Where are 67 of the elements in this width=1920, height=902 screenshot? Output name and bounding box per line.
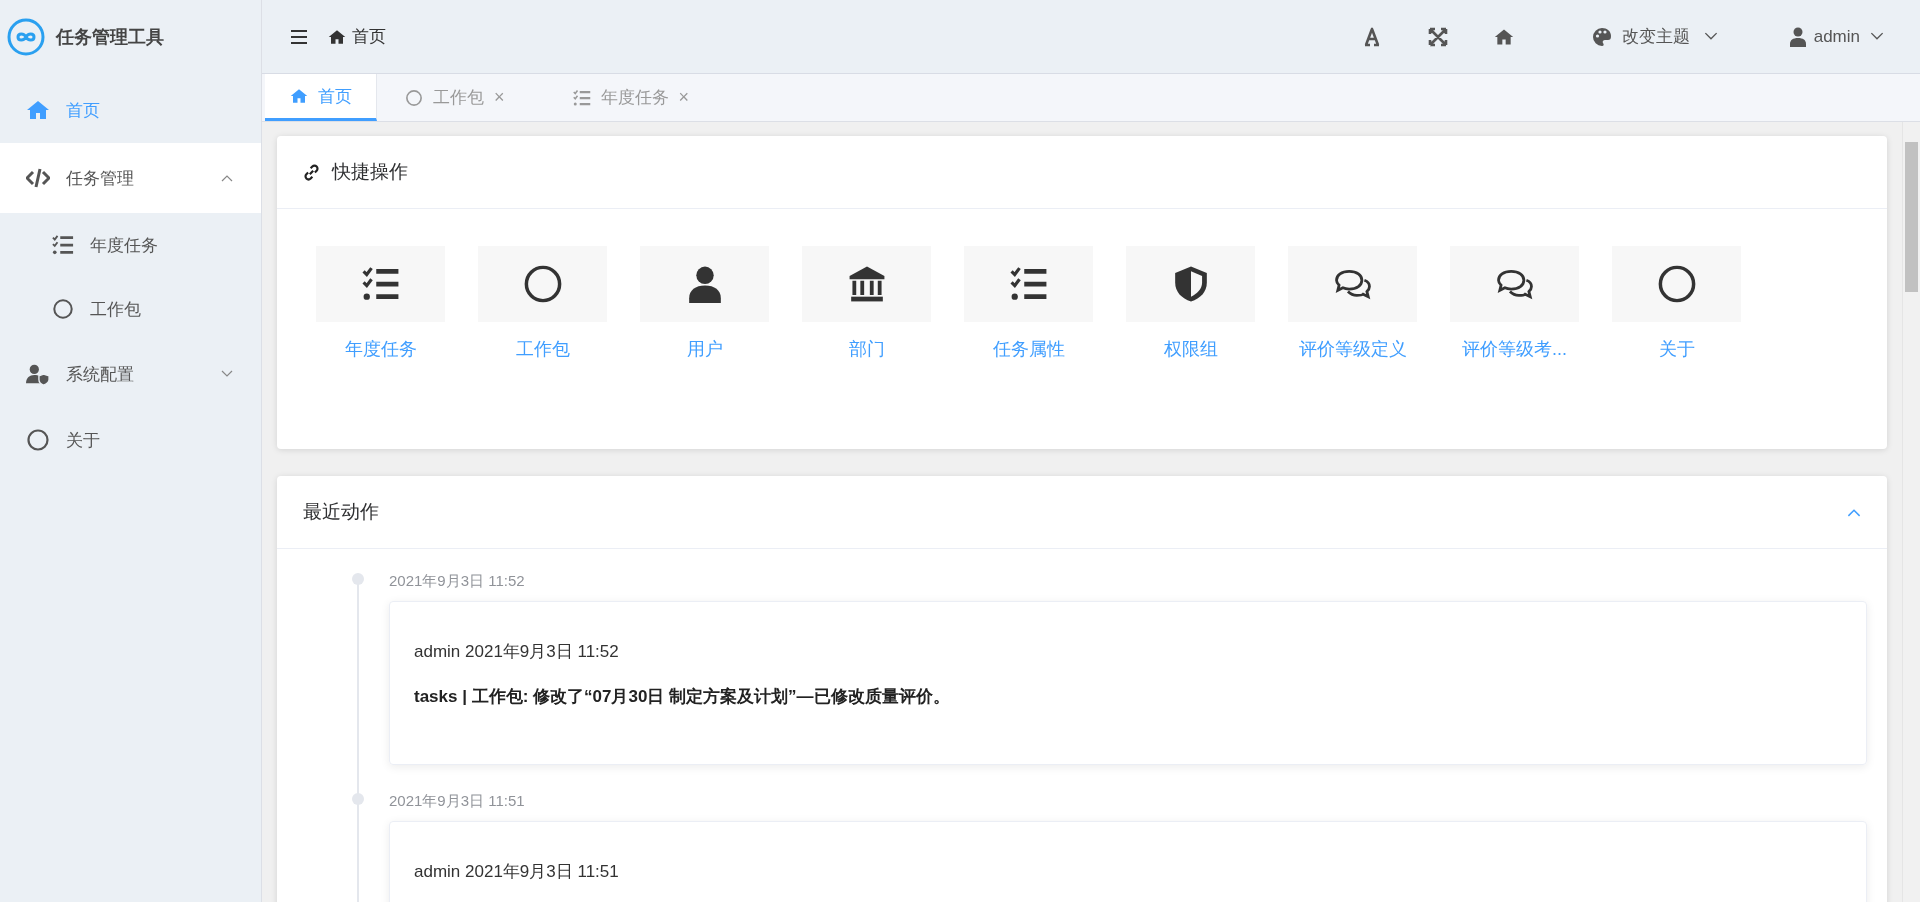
tab[interactable]: 首页 [265,74,377,121]
shortcut-tile[interactable] [478,246,607,322]
user-icon [1787,26,1808,47]
checklist-icon [1009,265,1048,303]
checklist-icon [572,88,591,107]
breadcrumb[interactable]: 首页 [352,25,386,48]
shortcut-tile[interactable] [1612,246,1741,322]
tab[interactable]: 年度任务 × [544,74,730,121]
tab[interactable]: 工作包 × [377,74,545,121]
sidebar-item[interactable]: 任务管理 [0,143,261,213]
app-title: 任务管理工具 [56,26,164,49]
home-icon [290,87,308,105]
timestamp: 2021年9月3日 11:51 [389,793,526,809]
circle-icon [523,265,562,303]
scrollbar[interactable] [1902,122,1920,902]
chevron-down-icon [1703,32,1718,41]
sidebar-item[interactable]: 系统配置 [0,341,261,407]
code-icon [26,166,50,190]
shortcut-label[interactable]: 部门 [848,337,885,361]
shortcut-tile[interactable] [1450,246,1579,322]
shortcut-tile[interactable] [802,246,931,322]
shortcut-label[interactable]: 权限组 [1163,337,1218,361]
chevron-icon [221,370,233,378]
timestamp: 2021年9月3日 11:52 [389,573,526,589]
activity-header: admin 2021年9月3日 11:51 [414,861,620,883]
shortcut-tile[interactable] [1288,246,1417,322]
collapse-chevron-icon[interactable] [1847,507,1861,517]
sidebar-item[interactable]: 首页 [0,77,261,143]
card-title: 最近动作 [303,500,379,524]
shortcut-tile[interactable] [1126,246,1255,322]
shortcut-label[interactable]: 年度任务 [344,337,417,361]
chevron-icon [221,174,233,182]
shortcut-label[interactable]: 工作包 [515,337,570,361]
card-title: 快捷操作 [332,160,408,184]
chevron-down-icon [1870,32,1884,41]
home-icon [26,98,50,122]
theme-dropdown[interactable]: 改变主题 [1591,25,1718,48]
shortcut-tile[interactable] [964,246,1093,322]
sidebar-item[interactable]: 关于 [0,407,261,473]
user-dropdown[interactable]: admin [1787,26,1884,47]
circle-icon [26,428,50,452]
user-shield-icon [26,362,50,386]
shortcut-label[interactable]: 用户 [686,337,723,361]
circle-icon [52,298,74,320]
shortcut-tile[interactable] [640,246,769,322]
shortcut-label[interactable]: 任务属性 [992,337,1065,361]
checklist-icon [52,234,74,256]
close-icon[interactable]: × [678,87,690,108]
fullscreen-icon[interactable] [1427,26,1448,47]
close-icon[interactable]: × [494,87,505,108]
menu-icon[interactable] [290,28,308,45]
palette-icon [1591,26,1612,47]
checklist-icon [361,265,400,303]
shortcut-label[interactable]: 评价等级考... [1462,337,1567,361]
shortcut-label[interactable]: 评价等级定义 [1298,337,1407,361]
activity-message: tasks | 工作包: 修改了“07月30日 制定方案及计划”—已修改质量评价。 [414,686,951,708]
bank-icon [847,265,886,303]
activity-header: admin 2021年9月3日 11:52 [414,641,620,663]
sidebar-item[interactable]: 工作包 [0,277,261,341]
circle-icon [405,88,423,107]
shortcut-label[interactable]: 关于 [1658,337,1695,361]
link-icon [303,163,320,181]
circle-icon [1657,265,1696,303]
scrollbar-thumb[interactable] [1905,142,1918,292]
shortcut-tile[interactable] [316,246,445,322]
infinity-logo-icon [6,17,46,57]
sidebar-item[interactable]: 年度任务 [0,213,261,277]
